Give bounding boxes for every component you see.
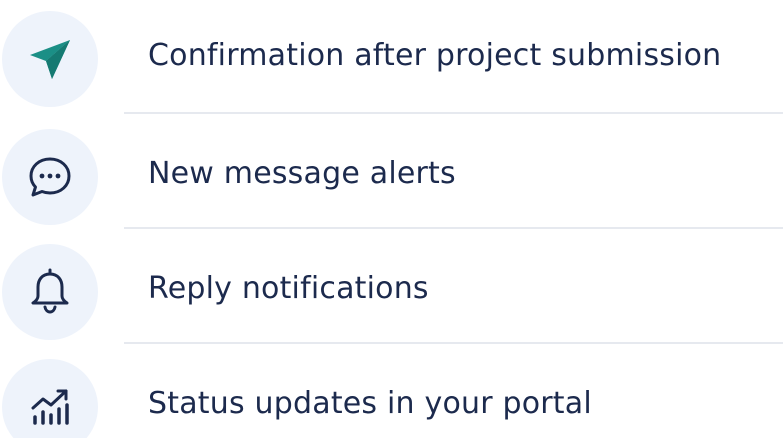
item-label: New message alerts — [148, 156, 456, 191]
chat-bubble-icon — [2, 129, 98, 225]
item-label: Confirmation after project submission — [148, 38, 722, 73]
bell-icon — [2, 244, 98, 340]
notification-features-list: Confirmation after project submission Ne… — [0, 0, 783, 438]
list-item-reply-notifications: Reply notifications — [0, 229, 783, 344]
list-item-message-alerts: New message alerts — [0, 114, 783, 229]
item-label: Reply notifications — [148, 271, 429, 306]
chart-trend-icon — [2, 359, 98, 438]
list-item-project-confirmation: Confirmation after project submission — [0, 0, 783, 111]
item-label: Status updates in your portal — [148, 386, 592, 421]
paper-plane-icon — [2, 11, 98, 107]
list-item-status-updates: Status updates in your portal — [0, 344, 783, 438]
